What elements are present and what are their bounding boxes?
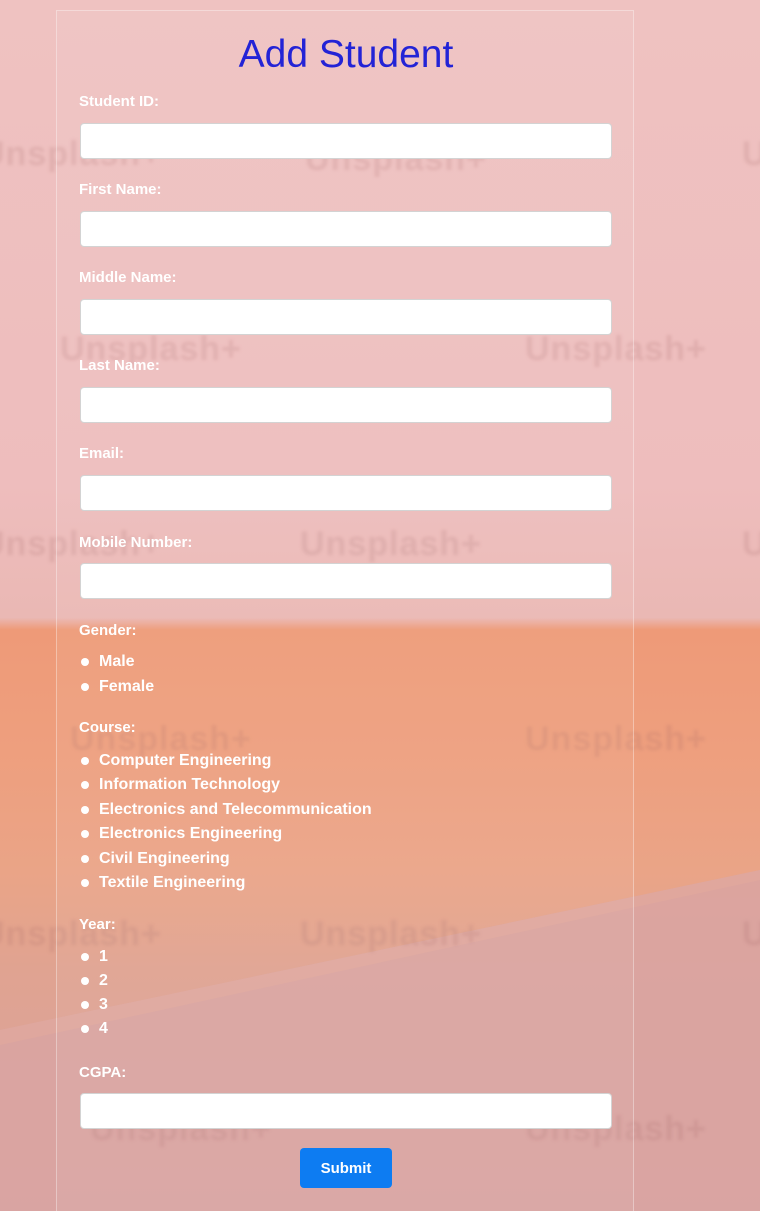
year-label: Year: xyxy=(79,916,116,933)
gender-option-female[interactable]: Female xyxy=(81,677,154,697)
radio-button[interactable] xyxy=(81,830,89,838)
course-option-label: Computer Engineering xyxy=(99,752,272,769)
last-name-label: Last Name: xyxy=(79,357,160,374)
year-option-label: 2 xyxy=(99,972,108,989)
cgpa-label: CGPA: xyxy=(79,1064,127,1081)
gender-option-label: Female xyxy=(99,678,155,695)
gender-label: Gender: xyxy=(79,622,137,639)
course-option-label: Information Technology xyxy=(99,776,281,793)
course-option-electronics-telecommunication[interactable]: Electronics and Telecommunication xyxy=(81,800,372,820)
submit-button[interactable]: Submit xyxy=(300,1148,392,1188)
first-name-input[interactable] xyxy=(80,211,612,247)
mobile-number-label: Mobile Number: xyxy=(79,534,193,551)
course-label: Course: xyxy=(79,719,136,736)
radio-button[interactable] xyxy=(81,781,89,789)
first-name-label: First Name: xyxy=(79,181,162,198)
course-option-electronics-engineering[interactable]: Electronics Engineering xyxy=(81,824,282,844)
radio-button[interactable] xyxy=(81,977,89,985)
radio-button[interactable] xyxy=(81,806,89,814)
last-name-input[interactable] xyxy=(80,387,612,423)
course-option-textile-engineering[interactable]: Textile Engineering xyxy=(81,873,245,893)
gender-option-male[interactable]: Male xyxy=(81,652,135,672)
radio-button[interactable] xyxy=(81,879,89,887)
course-option-information-technology[interactable]: Information Technology xyxy=(81,775,280,795)
radio-button[interactable] xyxy=(81,855,89,863)
course-option-label: Electronics Engineering xyxy=(99,825,283,842)
course-option-label: Electronics and Telecommunication xyxy=(99,801,372,818)
mobile-number-input[interactable] xyxy=(80,563,612,599)
watermark-text: Unsplash+ xyxy=(742,915,760,953)
student-id-input[interactable] xyxy=(80,123,612,159)
course-option-label: Civil Engineering xyxy=(99,850,230,867)
course-option-civil-engineering[interactable]: Civil Engineering xyxy=(81,849,230,869)
radio-button[interactable] xyxy=(81,683,89,691)
student-id-label: Student ID: xyxy=(79,93,159,110)
cgpa-input[interactable] xyxy=(80,1093,612,1129)
radio-button[interactable] xyxy=(81,658,89,666)
gender-option-label: Male xyxy=(99,653,135,670)
radio-button[interactable] xyxy=(81,1001,89,1009)
course-option-label: Textile Engineering xyxy=(99,874,246,891)
year-option-label: 3 xyxy=(99,996,108,1013)
radio-button[interactable] xyxy=(81,1025,89,1033)
email-input[interactable] xyxy=(80,475,612,511)
course-option-computer-engineering[interactable]: Computer Engineering xyxy=(81,751,271,771)
page-title: Add Student xyxy=(238,33,454,76)
middle-name-input[interactable] xyxy=(80,299,612,335)
radio-button[interactable] xyxy=(81,953,89,961)
year-option-4[interactable]: 4 xyxy=(81,1019,108,1039)
radio-button[interactable] xyxy=(81,757,89,765)
year-option-1[interactable]: 1 xyxy=(81,947,108,967)
year-option-label: 1 xyxy=(99,948,108,965)
watermark-text: Unsplash+ xyxy=(742,135,760,173)
middle-name-label: Middle Name: xyxy=(79,269,177,286)
year-option-label: 4 xyxy=(99,1020,108,1037)
email-label: Email: xyxy=(79,445,125,462)
watermark-text: Unsplash+ xyxy=(742,525,760,563)
add-student-form: Add Student Student ID: First Name: Midd… xyxy=(56,10,634,1211)
year-option-2[interactable]: 2 xyxy=(81,971,108,991)
year-option-3[interactable]: 3 xyxy=(81,995,108,1015)
